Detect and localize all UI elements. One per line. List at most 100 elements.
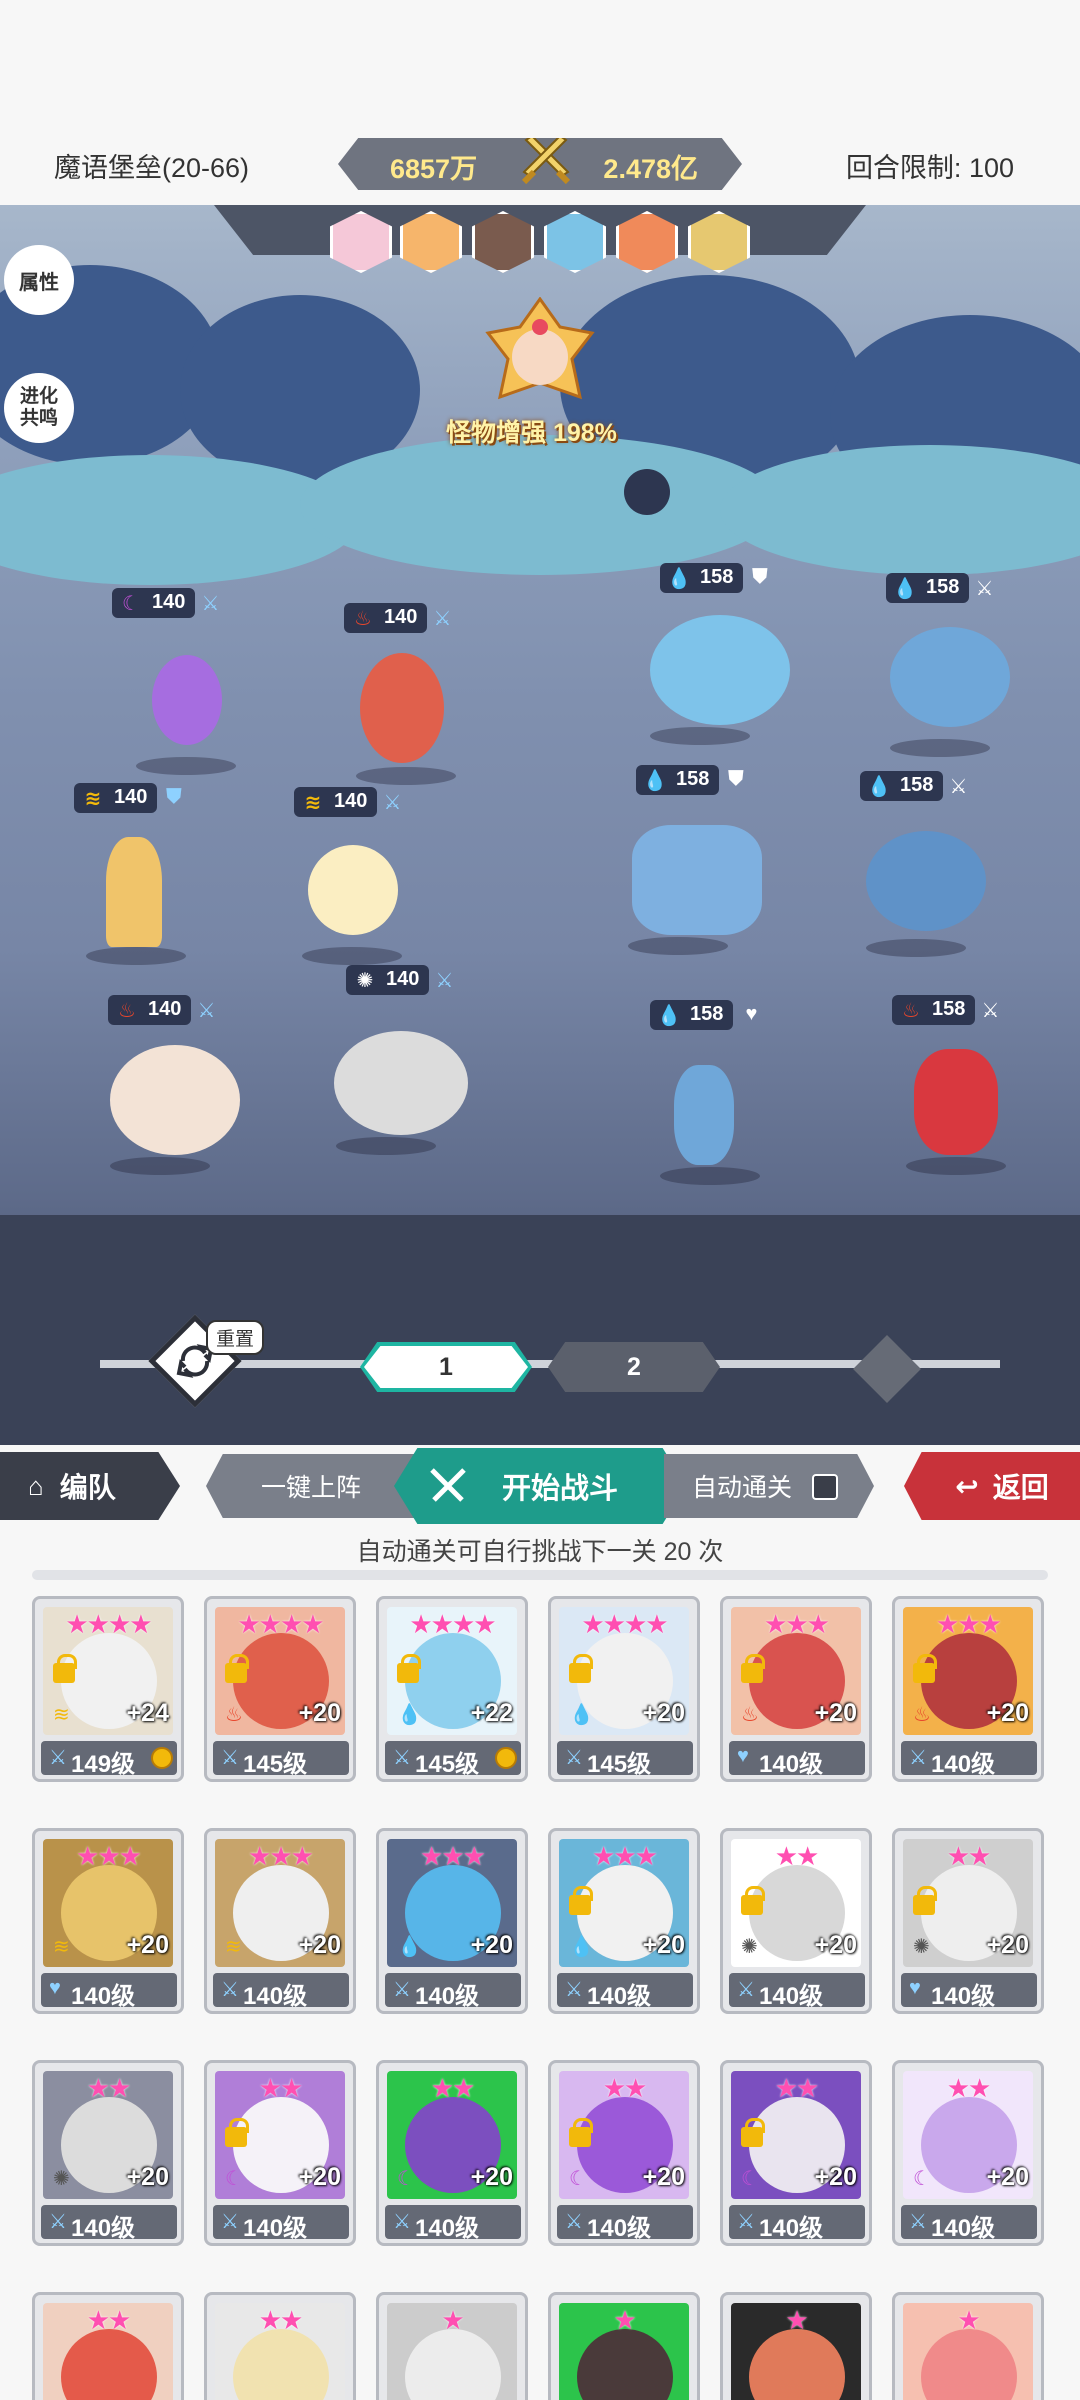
element-icon: ✺ bbox=[913, 1936, 930, 1958]
unit-shadow bbox=[136, 757, 236, 775]
back-label: 返回 bbox=[992, 1472, 1049, 1503]
evolution-resonance-button[interactable]: 进化 共鸣 bbox=[4, 373, 74, 443]
hero-card[interactable]: ★ bbox=[720, 2292, 872, 2400]
sword-role-icon: ⚔ bbox=[909, 2211, 927, 2233]
hero-card[interactable]: ★★★★ ♨ +20 ⚔ 145级 bbox=[204, 1596, 356, 1782]
element-icon: ♨ bbox=[913, 1704, 931, 1726]
hero-portrait: ★★ ✺ +20 bbox=[903, 1839, 1033, 1967]
hero-level-text: 140级 bbox=[243, 1983, 308, 2010]
hero-level: ⚔ 140级 bbox=[213, 1973, 349, 2010]
ally-level-tag: ✺ 140 ⚔ bbox=[346, 965, 453, 995]
hero-card[interactable]: ★★★★ ≋ +24 ⚔ 149级 bbox=[32, 1596, 184, 1782]
unit-shadow bbox=[628, 937, 728, 955]
wave-2-tab[interactable]: 2 bbox=[548, 1342, 720, 1392]
ally-unit[interactable] bbox=[346, 645, 466, 785]
light-element-icon: ✺ bbox=[356, 970, 374, 992]
enemy-unit[interactable] bbox=[640, 605, 800, 745]
hero-card[interactable]: ★★★★ 💧 +22 ⚔ 145级 bbox=[376, 1596, 528, 1782]
enemy-unit[interactable] bbox=[880, 617, 1020, 757]
enemy-unit[interactable] bbox=[618, 815, 778, 955]
star-rating: ★★ bbox=[946, 1841, 992, 1871]
enemy-unit[interactable] bbox=[896, 1035, 1016, 1175]
enemy-unit[interactable] bbox=[650, 1045, 760, 1185]
hero-level-text: 149级 bbox=[71, 1751, 136, 1778]
home-icon: ⌂ bbox=[28, 1470, 44, 1501]
enhance-level: +20 bbox=[126, 2163, 169, 2191]
hero-card[interactable]: ★★ ☾ +20 ⚔ 140级 bbox=[548, 2060, 700, 2246]
enhance-level: +20 bbox=[814, 1931, 857, 1959]
enemy-level-tag: 💧 158 ♥ bbox=[650, 1000, 757, 1030]
lock-icon bbox=[741, 2118, 765, 2147]
hero-card[interactable]: ★★ ✺ +20 ⚔ 140级 bbox=[32, 2060, 184, 2246]
auto-deploy-button[interactable]: 一键上阵 bbox=[206, 1454, 416, 1518]
hero-card[interactable]: ★★ ☾ +20 ⚔ 140级 bbox=[720, 2060, 872, 2246]
element-icon: ✺ bbox=[53, 2168, 70, 2190]
ally-unit[interactable] bbox=[76, 825, 196, 965]
element-icon: 💧 bbox=[569, 1704, 594, 1726]
ally-sprite bbox=[106, 837, 162, 947]
hero-level-text: 140级 bbox=[931, 2215, 996, 2242]
unit-level: 158 bbox=[676, 768, 710, 790]
back-button[interactable]: ↩ 返回 bbox=[904, 1452, 1080, 1520]
hero-level-text: 140级 bbox=[759, 2215, 824, 2242]
enemy-level-tag: 💧 158 ⛊ bbox=[660, 563, 767, 593]
sword-role-icon: ⚔ bbox=[565, 1979, 583, 2001]
hero-portrait: ★★★★ ≋ +24 bbox=[43, 1607, 173, 1735]
unit-level: 140 bbox=[384, 606, 418, 628]
hero-level: ♥ 140级 bbox=[41, 1973, 177, 2010]
hero-portrait: ★★ bbox=[215, 2303, 345, 2400]
team-button[interactable]: ⌂ 编队 bbox=[0, 1452, 180, 1520]
hero-level-text: 140级 bbox=[243, 2215, 308, 2242]
enemy-sprite bbox=[674, 1065, 734, 1165]
hero-card[interactable]: ★★★ ≋ +20 ⚔ 140级 bbox=[204, 1828, 356, 2014]
unit-level: 158 bbox=[900, 774, 934, 796]
hero-card[interactable]: ★★ bbox=[204, 2292, 356, 2400]
hero-card[interactable]: ★★ ☾ +20 ⚔ 140级 bbox=[376, 2060, 528, 2246]
hero-card[interactable]: ★★ bbox=[32, 2292, 184, 2400]
lock-icon bbox=[741, 1654, 765, 1683]
hero-card[interactable]: ★★★ 💧 +20 ⚔ 140级 bbox=[376, 1828, 528, 2014]
ally-unit[interactable] bbox=[326, 1015, 476, 1155]
enhance-level: +20 bbox=[298, 2163, 341, 2191]
ally-unit[interactable] bbox=[100, 1035, 250, 1175]
auto-clear-checkbox[interactable] bbox=[812, 1474, 838, 1500]
enhance-level: +20 bbox=[986, 2163, 1029, 2191]
hero-card[interactable]: ★★★★ 💧 +20 ⚔ 145级 bbox=[548, 1596, 700, 1782]
hero-card[interactable]: ★ bbox=[892, 2292, 1044, 2400]
start-battle-button[interactable]: 开始战斗 bbox=[394, 1448, 686, 1524]
hero-card[interactable]: ★★ ☾ +20 ⚔ 140级 bbox=[892, 2060, 1044, 2246]
hero-card[interactable]: ★★ ✺ +20 ⚔ 140级 bbox=[720, 1828, 872, 2014]
hero-card[interactable]: ★★ ☾ +20 ⚔ 140级 bbox=[204, 2060, 356, 2246]
hero-level: ⚔ 140级 bbox=[729, 1973, 865, 2010]
hero-level-text: 145级 bbox=[243, 1751, 308, 1778]
attribute-button[interactable]: 属性 bbox=[4, 245, 74, 315]
unit-level: 140 bbox=[334, 790, 368, 812]
star-rating: ★★★★ bbox=[581, 1609, 668, 1639]
ally-sprite bbox=[334, 1031, 468, 1135]
ally-unit[interactable] bbox=[126, 635, 246, 775]
lock-icon bbox=[913, 1886, 937, 1915]
unit-shadow bbox=[86, 947, 186, 965]
hero-card[interactable]: ★★★ ♨ +20 ⚔ 140级 bbox=[892, 1596, 1044, 1782]
enemy-level-tag: ♨ 158 ⚔ bbox=[892, 995, 999, 1025]
hero-portrait: ★★★ 💧 +20 bbox=[387, 1839, 517, 1967]
star-rating: ★★ bbox=[258, 2305, 304, 2335]
enemy-unit[interactable] bbox=[856, 817, 996, 957]
hero-card[interactable]: ★★★ ≋ +20 ♥ 140级 bbox=[32, 1828, 184, 2014]
hero-card[interactable]: ★★ ✺ +20 ♥ 140级 bbox=[892, 1828, 1044, 2014]
lock-icon bbox=[913, 1654, 937, 1683]
hero-portrait: ★★★ ♨ +20 bbox=[731, 1607, 861, 1735]
hero-card[interactable]: ★★★ 💧 +20 ⚔ 140级 bbox=[548, 1828, 700, 2014]
battlefield: 属性 进化 共鸣 怪物增强 198% ☾ 140 ⚔ ♨ 140 ⚔ ≋ 140… bbox=[0, 205, 1080, 1445]
hero-portrait: ★★★ ♨ +20 bbox=[903, 1607, 1033, 1735]
water-element-icon: 💧 bbox=[642, 770, 668, 792]
return-arrow-icon: ↩ bbox=[955, 1470, 979, 1502]
hero-portrait: ★ bbox=[903, 2303, 1033, 2400]
auto-clear-toggle[interactable]: 自动通关 bbox=[664, 1454, 874, 1518]
wave-1-tab[interactable]: 1 bbox=[360, 1342, 532, 1392]
hero-card[interactable]: ★ bbox=[376, 2292, 528, 2400]
hero-card[interactable]: ★★★ ♨ +20 ♥ 140级 bbox=[720, 1596, 872, 1782]
ally-unit[interactable] bbox=[292, 825, 412, 965]
hero-level-text: 145级 bbox=[415, 1751, 480, 1778]
hero-card[interactable]: ★ bbox=[548, 2292, 700, 2400]
